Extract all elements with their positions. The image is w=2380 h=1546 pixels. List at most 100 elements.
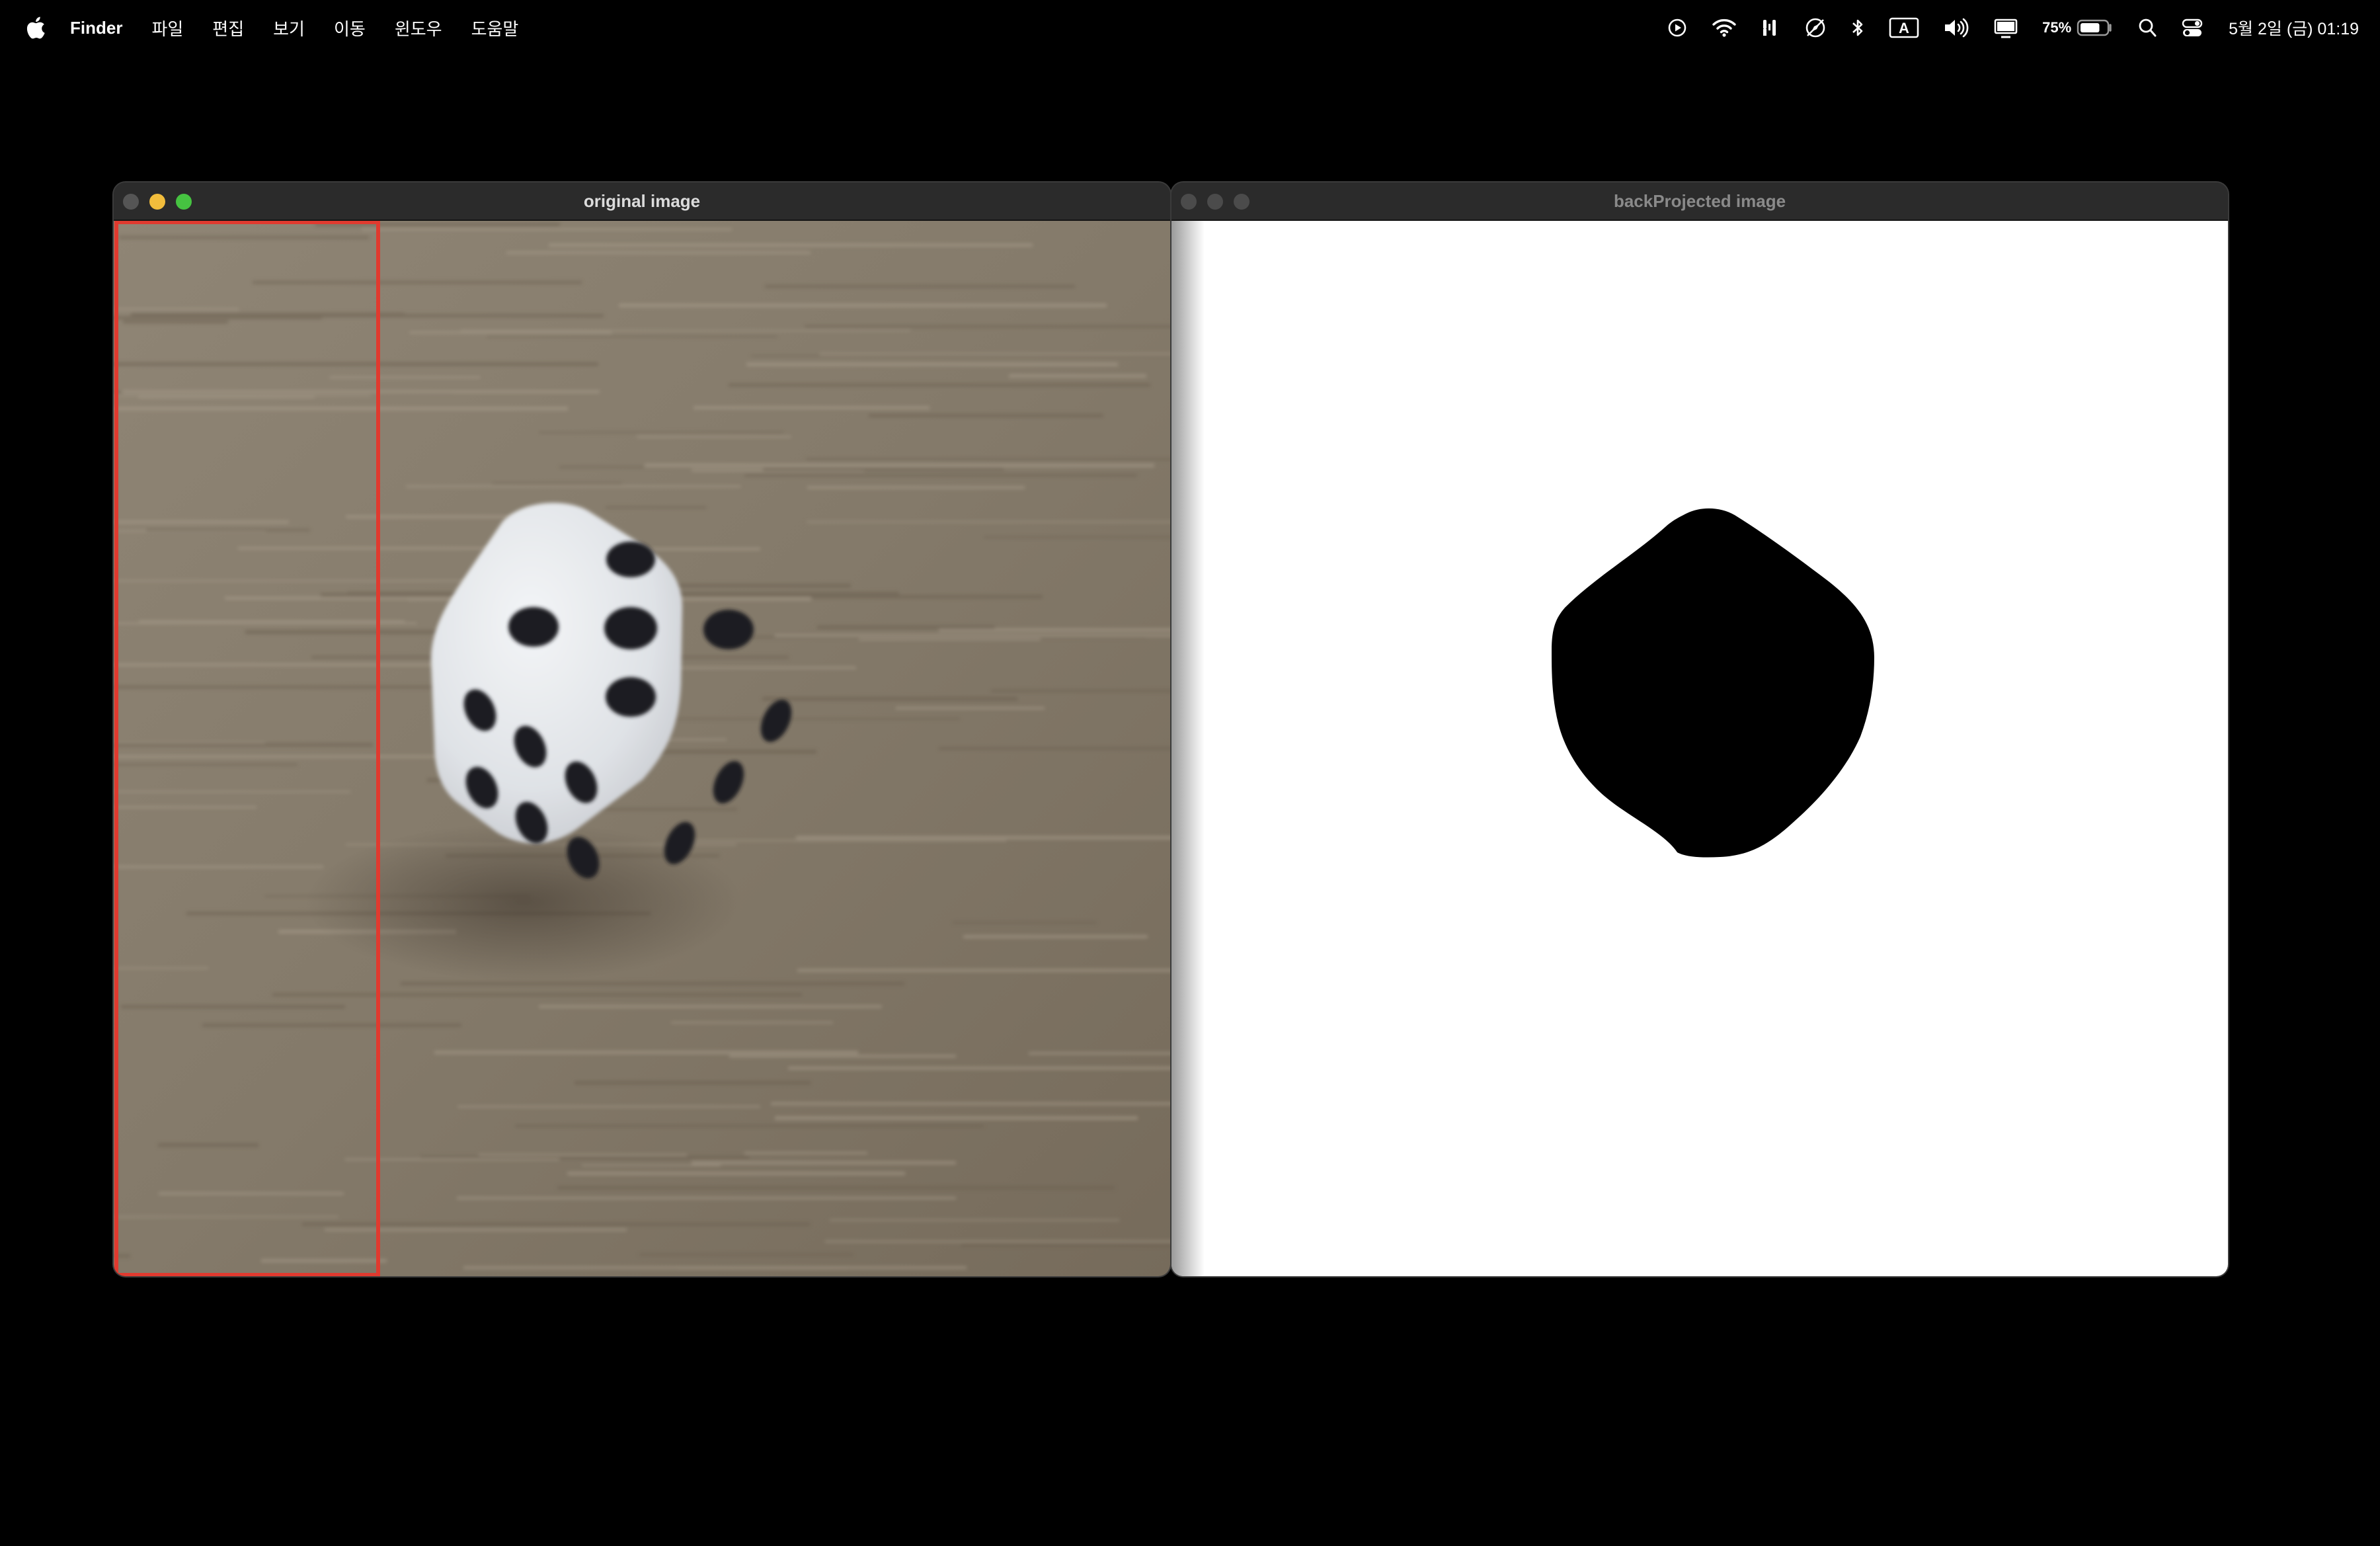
wood-grain-streak: [807, 486, 1025, 489]
tuning-fork-icon[interactable]: [1761, 0, 1780, 56]
wood-grain-streak: [272, 993, 802, 997]
wood-grain-streak: [639, 1254, 853, 1256]
menu-help[interactable]: 도움말: [471, 16, 519, 40]
apple-logo-icon[interactable]: [26, 15, 48, 40]
dice-photo: [114, 221, 1170, 1276]
wood-grain-streak: [114, 622, 417, 624]
wood-grain-streak: [619, 304, 1107, 307]
wood-grain-streak: [751, 355, 1170, 357]
wood-grain-streak: [775, 634, 1170, 637]
wood-grain-streak: [114, 1216, 338, 1218]
wood-grain-streak: [567, 1172, 905, 1176]
battery-percent: 75%: [2042, 19, 2072, 36]
wood-grain-streak: [325, 1229, 627, 1231]
wood-grain-streak: [820, 353, 1170, 356]
input-source-icon[interactable]: A: [1889, 0, 1919, 56]
wood-grain-streak: [549, 243, 1033, 247]
menu-clock[interactable]: 5월 2일 (금) 01:19: [2229, 16, 2359, 40]
original-image-window: original image: [114, 183, 1170, 1276]
wood-grain-streak: [606, 507, 706, 509]
wood-grain-streak: [114, 764, 298, 766]
original-window-titlebar[interactable]: original image: [114, 183, 1170, 221]
wood-grain-streak: [963, 935, 1148, 938]
wood-grain-streak: [1009, 374, 1146, 378]
wood-grain-streak: [114, 866, 323, 868]
wood-grain-streak: [765, 285, 1075, 288]
wood-grain-streak: [557, 1186, 1115, 1190]
backprojection-mask: [1171, 221, 2228, 1276]
wood-grain-streak: [202, 1024, 461, 1027]
wood-grain-streak: [114, 316, 322, 319]
menu-view[interactable]: 보기: [273, 16, 305, 40]
wood-grain-streak: [406, 485, 741, 488]
wood-grain-streak: [729, 1055, 956, 1058]
wood-grain-streak: [762, 697, 1017, 701]
wood-grain-streak: [650, 750, 816, 754]
volume-icon[interactable]: [1943, 0, 1969, 56]
wood-grain-streak: [158, 1143, 258, 1147]
wood-grain-streak: [806, 458, 1170, 460]
wood-grain-streak: [1029, 1052, 1170, 1055]
wood-grain-streak: [991, 690, 1170, 692]
original-image-canvas[interactable]: [114, 221, 1170, 1276]
menu-window[interactable]: 윈도우: [395, 16, 442, 40]
wood-grain-streak: [114, 407, 568, 411]
wood-grain-streak: [114, 395, 370, 397]
wood-grain-streak: [114, 806, 257, 809]
wood-grain-streak: [671, 1022, 833, 1024]
wood-grain-streak: [487, 336, 777, 337]
wood-grain-streak: [114, 791, 350, 793]
menu-app-finder[interactable]: Finder: [70, 18, 122, 38]
wood-grain-streak: [817, 626, 995, 630]
spotlight-search-icon[interactable]: [2137, 0, 2157, 56]
wood-grain-streak: [457, 1106, 760, 1108]
menu-go[interactable]: 이동: [334, 16, 366, 40]
wood-grain-streak: [796, 836, 1170, 840]
wood-grain-streak: [114, 967, 208, 969]
display-icon[interactable]: [1993, 0, 2018, 56]
wood-grain-streak: [515, 1125, 984, 1127]
wood-grain-streak: [939, 747, 1170, 750]
wood-grain-streak: [362, 228, 732, 231]
battery-status[interactable]: 75%: [2042, 0, 2114, 56]
wood-grain-streak: [637, 436, 791, 438]
menu-file[interactable]: 파일: [151, 16, 183, 40]
wood-grain-streak: [797, 969, 1170, 972]
wood-grain-streak: [775, 1116, 1138, 1120]
menu-edit[interactable]: 편집: [212, 16, 244, 40]
input-source-label: A: [1899, 20, 1909, 36]
wood-grain-streak: [961, 1243, 1170, 1246]
backprojected-image-window: backProjected image: [1171, 183, 2228, 1276]
wood-grain-streak: [680, 840, 1006, 842]
wood-grain-streak: [119, 236, 369, 239]
wood-grain-streak: [492, 483, 622, 485]
wood-grain-streak: [694, 406, 930, 410]
backprojected-image-canvas[interactable]: [1171, 221, 2228, 1276]
wood-grain-streak: [953, 922, 1097, 924]
wood-grain-streak: [575, 1081, 811, 1085]
wood-grain-streak: [984, 536, 1170, 538]
wood-grain-streak: [114, 308, 239, 311]
wood-grain-streak: [461, 330, 910, 332]
compass-icon[interactable]: [1804, 0, 1827, 56]
control-center-icon[interactable]: [2181, 0, 2203, 56]
wood-grain-streak: [746, 362, 1118, 366]
wood-grain-streak: [114, 362, 598, 366]
wood-grain-streak: [539, 1005, 882, 1008]
wood-grain-streak: [763, 467, 1004, 471]
wood-grain-streak: [692, 1161, 956, 1164]
wood-grain-streak: [114, 580, 509, 582]
wood-grain-streak: [744, 474, 1137, 477]
wood-grain-streak: [123, 320, 228, 323]
menu-bar: Finder 파일 편집 보기 이동 윈도우 도움말 A 75% 5월 2일 (…: [0, 0, 2380, 56]
bluetooth-icon[interactable]: [1850, 0, 1865, 56]
wood-grain-streak: [869, 414, 1103, 417]
wood-grain-streak: [506, 251, 811, 255]
wood-grain-streak: [830, 1219, 1119, 1221]
wood-grain-streak: [539, 432, 783, 434]
wood-grain-streak: [896, 707, 1045, 710]
wood-grain-streak: [114, 663, 470, 667]
play-circle-icon[interactable]: [1667, 0, 1688, 56]
wifi-icon[interactable]: [1712, 0, 1737, 56]
backprojected-window-titlebar[interactable]: backProjected image: [1171, 183, 2228, 221]
